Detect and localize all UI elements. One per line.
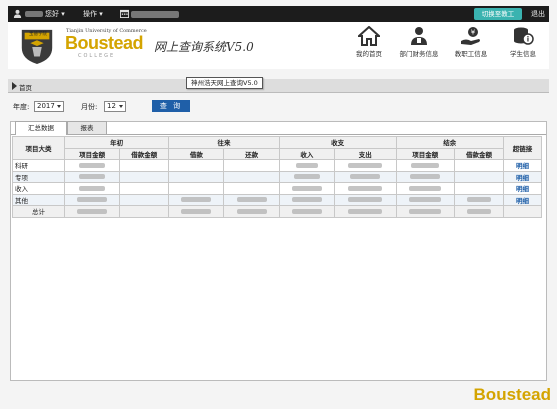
redacted-value [181,197,212,203]
col-balance-loan-amount: 借款金额 [454,147,504,160]
system-title: 网上查询系统V5.0 [154,40,254,54]
nav-staff-info[interactable]: ¥ 教职工信息 [446,26,496,58]
row-category: 收入 [12,182,65,195]
redacted-value [181,208,212,214]
redacted-username [25,11,43,17]
year-select[interactable]: 2017 [34,101,64,112]
col-group-balance: 结余 [395,136,505,149]
query-button[interactable]: 查 询 [152,100,190,112]
redacted-date [131,11,179,18]
detail-link[interactable]: 明细 [516,162,529,170]
redacted-value [77,197,108,203]
col-balance-project-amount: 项目金额 [395,147,456,160]
redacted-value [348,185,383,191]
breadcrumb: 首页 [8,79,549,93]
col-expense: 支出 [334,147,397,160]
logo-badge-text: 宝德学院 [29,32,47,37]
detail-link[interactable]: 明细 [516,174,529,182]
redacted-value [79,174,106,180]
redacted-value [467,208,491,214]
col-group-year-start: 年初 [63,136,170,149]
switch-role-button[interactable]: 切换至教工 [474,8,522,20]
department-user-icon [411,27,427,45]
redacted-value [295,162,318,168]
redacted-value [411,162,440,168]
ops-menu[interactable]: 操作 ▾ [83,9,103,19]
boustead-watermark: Boustead [473,385,551,404]
redacted-value [79,162,106,168]
tab-summary[interactable]: 汇总数据 [15,121,67,135]
redacted-value [291,208,322,214]
content-panel: 汇总数据 报表 项目大类 年初 往来 收支 结余 超链接 项目金额 借款金额 借… [10,121,547,381]
nav-my-home[interactable]: 我的首页 [344,26,394,58]
tab-divider [11,134,546,135]
table-row: 专项 明细 [12,170,542,183]
top-bar: 您好 ▾ 操作 ▾ 切换至教工 退出 [8,6,549,22]
redacted-value [291,185,322,191]
staff-money-icon: ¥ [461,27,480,45]
col-hyperlink: 超链接 [503,136,542,160]
redacted-value [77,208,108,214]
redacted-value [410,174,441,180]
redacted-value [236,208,267,214]
chevron-down-icon [57,105,61,108]
calendar-icon [120,9,129,18]
col-group-transactions: 往来 [168,136,280,149]
header: 宝德学院 Tianjin University of Commerce Bous… [8,22,549,69]
col-loan: 借款 [168,147,225,160]
table-row: 收入 明细 [12,182,542,195]
redacted-value [409,185,442,191]
nav-student-info[interactable]: i 学生信息 [498,26,548,58]
redacted-value [79,185,106,191]
redacted-value [409,208,442,214]
home-icon [358,26,380,46]
detail-link[interactable]: 明细 [516,197,529,205]
redacted-value [350,174,381,180]
month-select[interactable]: 12 [104,101,126,112]
year-label: 年度: [13,103,30,111]
detail-link[interactable]: 明细 [516,185,529,193]
col-group-income-expense: 收支 [278,136,397,149]
col-category: 项目大类 [12,136,65,160]
user-greeting[interactable]: 您好 ▾ [25,9,65,19]
chevron-down-icon [119,105,123,108]
total-label: 总计 [12,205,65,218]
row-category: 科研 [12,159,65,172]
redacted-value [467,197,491,203]
redacted-value [291,197,322,203]
tab-report[interactable]: 报表 [67,121,107,134]
col-income: 收入 [278,147,336,160]
row-category: 其他 [12,193,65,206]
breadcrumb-arrow-icon [12,82,17,90]
table-row: 其他 明细 [12,193,542,206]
user-icon [13,9,22,18]
redacted-value [348,162,383,168]
title-tooltip: 神州浩天网上查询V5.0 [186,77,263,89]
col-repayment: 还款 [223,147,280,160]
summary-table: 项目大类 年初 往来 收支 结余 超链接 项目金额 借款金额 借款 还款 收入 … [12,136,542,218]
month-label: 月份: [81,103,98,111]
logo-college-text: COLLEGE [78,53,116,59]
redacted-value [236,197,267,203]
redacted-value [293,174,320,180]
logout-link[interactable]: 退出 [531,9,545,19]
student-info-icon: i [514,27,534,45]
redacted-value [348,208,383,214]
table-row: 科研 明细 [12,159,542,172]
col-loan-amount: 借款金额 [119,147,170,160]
col-project-amount: 项目金额 [63,147,121,160]
row-category: 专项 [12,170,65,183]
nav-department-finance[interactable]: 部门财务信息 [394,26,444,58]
logo-wordmark: Boustead [65,33,144,53]
total-row: 总计 [12,205,542,218]
svg-text:¥: ¥ [471,29,476,37]
breadcrumb-home[interactable]: 首页 [19,82,32,92]
svg-text:i: i [527,36,529,44]
redacted-value [409,197,442,203]
redacted-value [348,197,383,203]
